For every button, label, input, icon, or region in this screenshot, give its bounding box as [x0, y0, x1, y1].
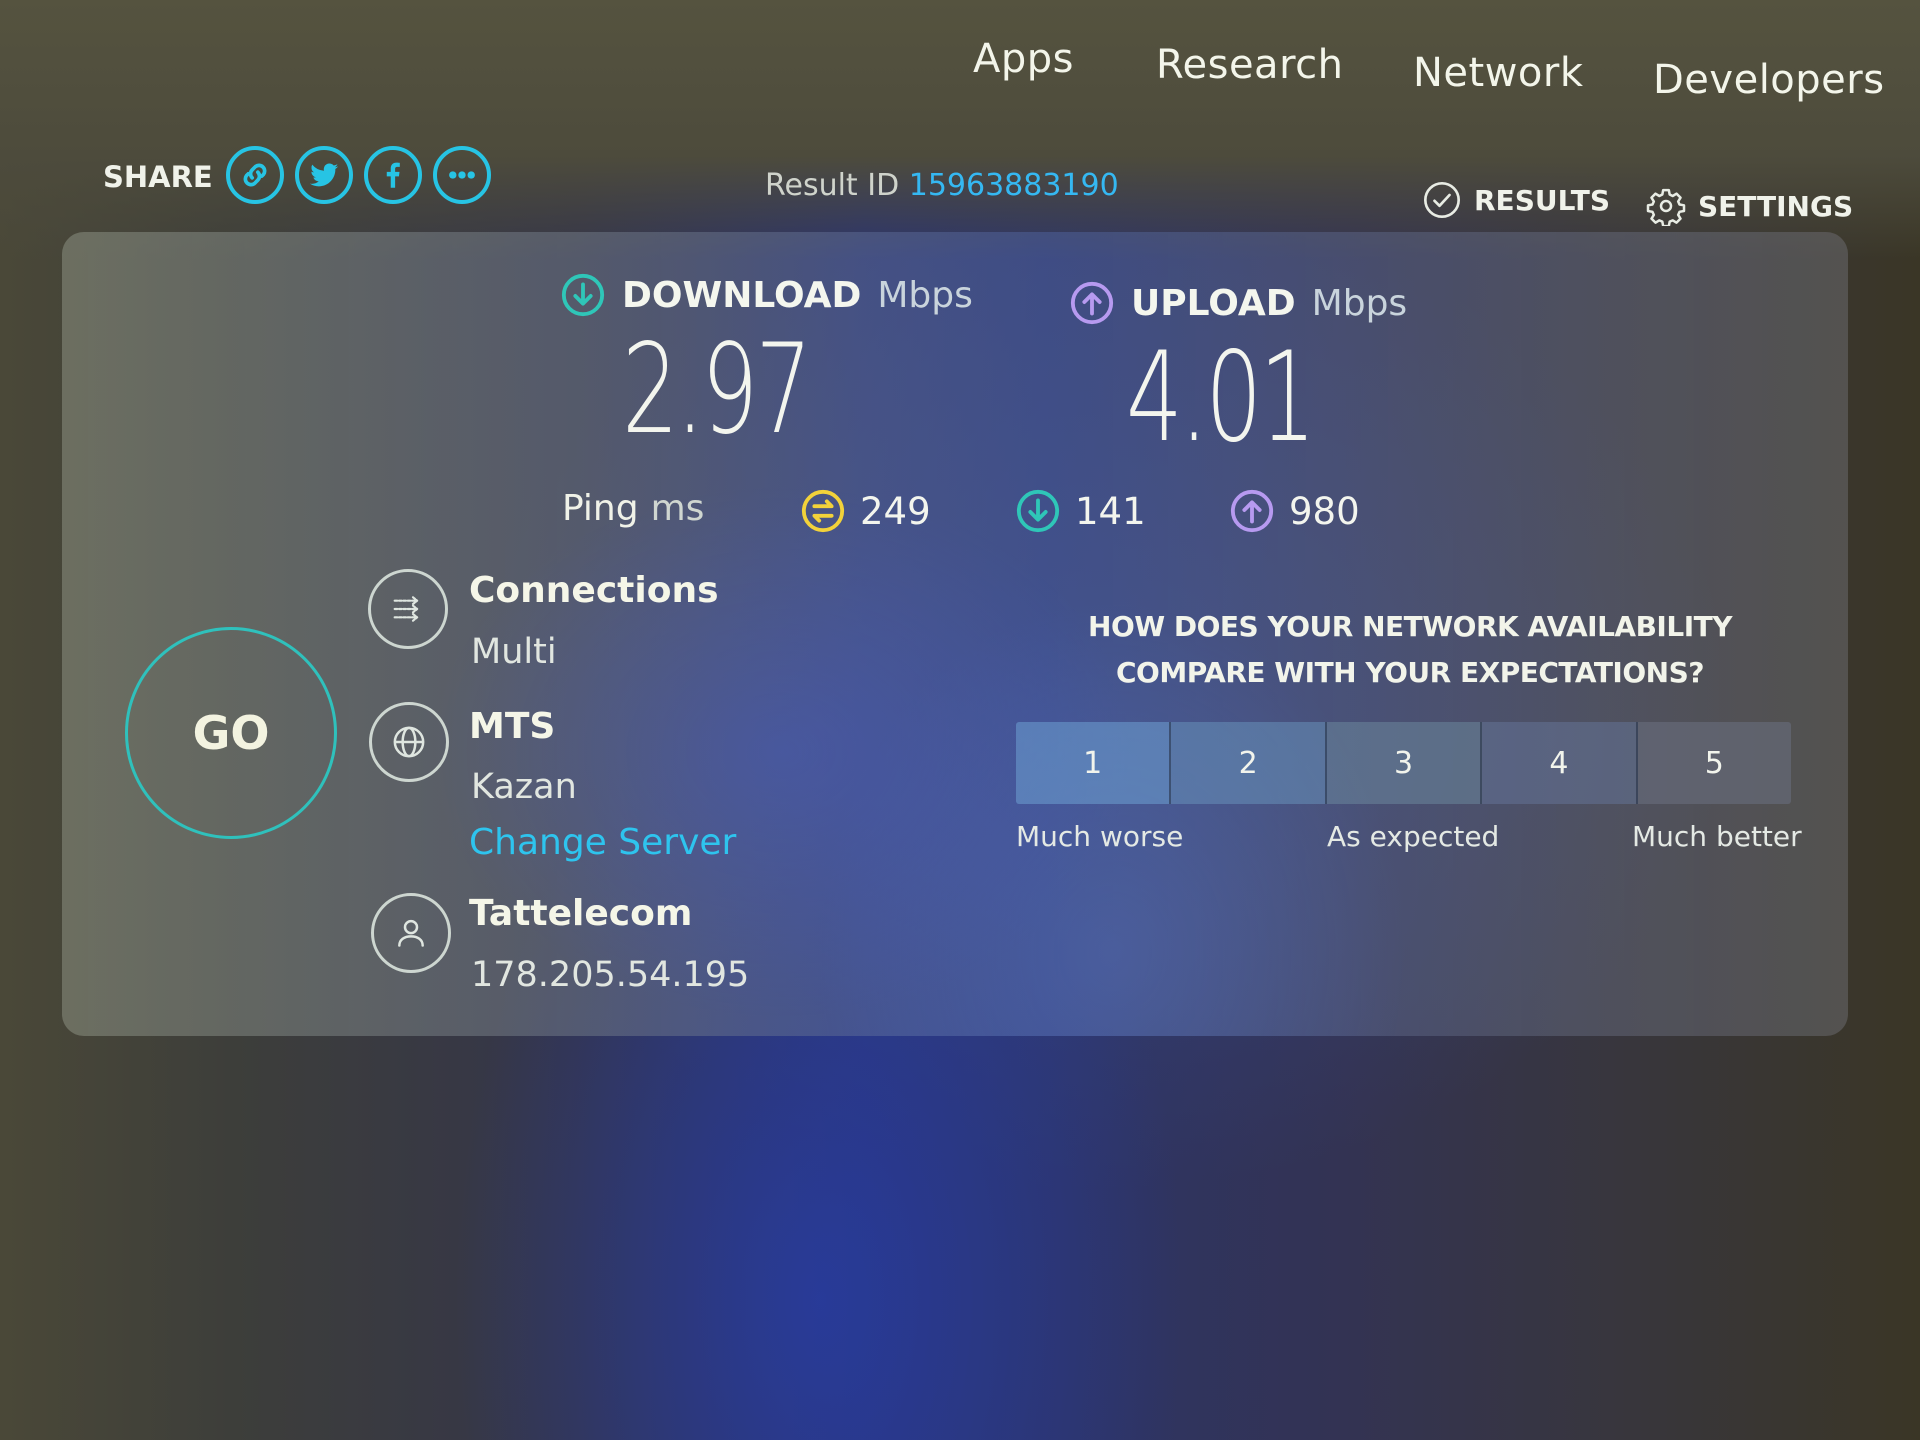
ping-upload-value: 980 — [1289, 489, 1360, 533]
ping-download-value: 141 — [1075, 489, 1146, 533]
nav-apps[interactable]: Apps — [973, 36, 1074, 82]
rating-option-2[interactable]: 2 — [1171, 722, 1327, 804]
ping-idle: 249 — [800, 488, 931, 534]
idle-latency-icon — [801, 489, 845, 533]
ping-label: Ping ms — [562, 488, 704, 529]
go-button[interactable]: GO — [125, 627, 337, 839]
survey-question-line2: COMPARE WITH YOUR EXPECTATIONS? — [1116, 656, 1704, 689]
share-link-button[interactable] — [226, 146, 284, 204]
share-facebook-button[interactable] — [364, 146, 422, 204]
download-unit: Mbps — [877, 274, 973, 316]
server-icon-wrap — [369, 702, 449, 782]
survey-question: HOW DOES YOUR NETWORK AVAILABILITY COMPA… — [1040, 604, 1780, 696]
survey-question-line1: HOW DOES YOUR NETWORK AVAILABILITY — [1088, 610, 1732, 643]
ping-idle-value: 249 — [860, 489, 931, 533]
nav-developers[interactable]: Developers — [1653, 57, 1885, 103]
upload-unit: Mbps — [1311, 282, 1408, 324]
settings-label: SETTINGS — [1698, 189, 1854, 223]
rating-label-mid: As expected — [1327, 820, 1500, 853]
rating-option-3[interactable]: 3 — [1326, 722, 1483, 804]
link-icon — [243, 163, 267, 187]
upload-header: UPLOAD Mbps — [1069, 280, 1407, 326]
connections-title: Connections — [469, 570, 719, 611]
download-latency-icon — [1016, 489, 1060, 533]
connections-icon-wrap[interactable] — [368, 569, 448, 649]
download-label: DOWNLOAD — [622, 274, 862, 316]
provider-icon-wrap — [371, 893, 451, 973]
check-circle-icon — [1424, 182, 1460, 218]
provider-ip: 178.205.54.195 — [471, 955, 750, 995]
ping-unit: ms — [650, 488, 705, 529]
user-icon — [398, 919, 424, 947]
share-label: SHARE — [103, 160, 213, 194]
ping-label-text: Ping — [562, 488, 639, 529]
ping-upload: 980 — [1229, 488, 1360, 534]
connections-icon — [393, 596, 419, 622]
change-server-link[interactable]: Change Server — [469, 822, 736, 863]
facebook-icon — [386, 162, 400, 188]
globe-icon — [393, 726, 425, 758]
ping-download: 141 — [1015, 488, 1146, 534]
gear-icon — [1646, 188, 1686, 226]
download-value: 2.97 — [622, 318, 812, 462]
results-label: RESULTS — [1474, 183, 1611, 217]
upload-icon — [1070, 281, 1114, 325]
upload-latency-icon — [1230, 489, 1274, 533]
download-icon — [561, 273, 605, 317]
rating-option-4[interactable]: 4 — [1482, 722, 1638, 804]
settings-button[interactable]: SETTINGS — [1646, 186, 1853, 226]
result-id-label: Result ID — [765, 168, 900, 203]
rating-option-1[interactable]: 1 — [1016, 722, 1172, 804]
upload-label: UPLOAD — [1131, 282, 1296, 324]
rating-option-5[interactable]: 5 — [1637, 722, 1791, 804]
upload-value: 4.01 — [1126, 326, 1316, 470]
download-header: DOWNLOAD Mbps — [560, 272, 973, 318]
results-button[interactable]: RESULTS — [1422, 180, 1610, 220]
share-twitter-button[interactable] — [295, 146, 353, 204]
share-more-button[interactable] — [433, 146, 491, 204]
server-name: MTS — [469, 706, 556, 747]
connections-value: Multi — [471, 632, 557, 672]
rating-scale: 1 2 3 4 5 — [1016, 722, 1791, 804]
more-icon — [449, 171, 475, 179]
provider-name: Tattelecom — [469, 893, 693, 934]
top-background — [0, 0, 1920, 260]
nav-network[interactable]: Network — [1413, 50, 1584, 96]
go-label: GO — [192, 706, 270, 760]
server-location: Kazan — [471, 767, 577, 807]
twitter-icon — [309, 163, 339, 187]
rating-label-high: Much better — [1632, 820, 1802, 853]
result-id: Result ID 15963883190 — [765, 168, 1119, 203]
result-id-link[interactable]: 15963883190 — [909, 168, 1119, 203]
nav-research[interactable]: Research — [1156, 42, 1343, 88]
rating-label-low: Much worse — [1016, 820, 1184, 853]
